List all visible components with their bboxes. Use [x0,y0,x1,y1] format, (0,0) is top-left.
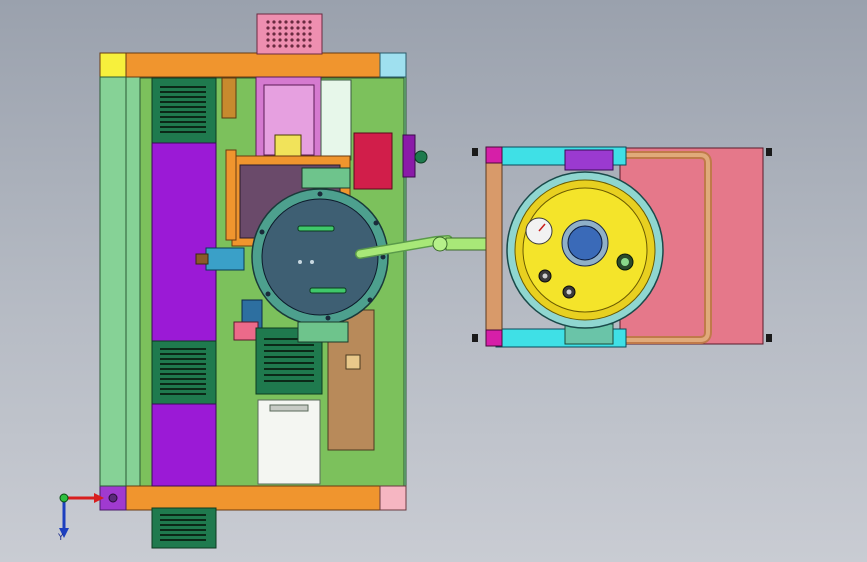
tank-center-port [567,225,603,261]
z-axis-marker [59,493,69,503]
turntable-bottom-clamp [297,321,349,343]
cad-viewport[interactable]: Y [0,0,867,562]
corner-block-br [379,485,407,511]
purple-strip-upper [151,142,217,342]
brown-box-knob [345,354,361,370]
pink-bracket [233,321,259,341]
magenta-corner-bottom [485,329,503,347]
assembly-model[interactable] [0,0,867,562]
orange-post-mid [225,149,237,241]
motor-shaft [195,253,209,265]
corner-bolt-bl [108,493,118,503]
purple-switch [402,134,416,178]
purple-mount-top [564,149,614,171]
red-control-box [353,132,393,190]
purple-strip-lower [151,403,217,487]
knob-right [414,150,428,164]
white-panel-handle [269,404,309,412]
orange-post-left [221,77,237,119]
magenta-corner-top [485,146,503,164]
yellow-stop-block [274,134,302,158]
top-rail [99,52,407,78]
slide-rail-right [320,79,352,161]
corner-block-tl [99,52,127,78]
bottom-rail [99,485,407,511]
tube-frame-left [485,161,503,333]
left-column [99,76,127,487]
turntable-top-clamp [301,167,351,189]
white-service-panel [257,399,321,485]
motor-housing [205,247,245,271]
y-axis-label: Y [58,533,64,543]
corner-block-tr [379,52,407,78]
